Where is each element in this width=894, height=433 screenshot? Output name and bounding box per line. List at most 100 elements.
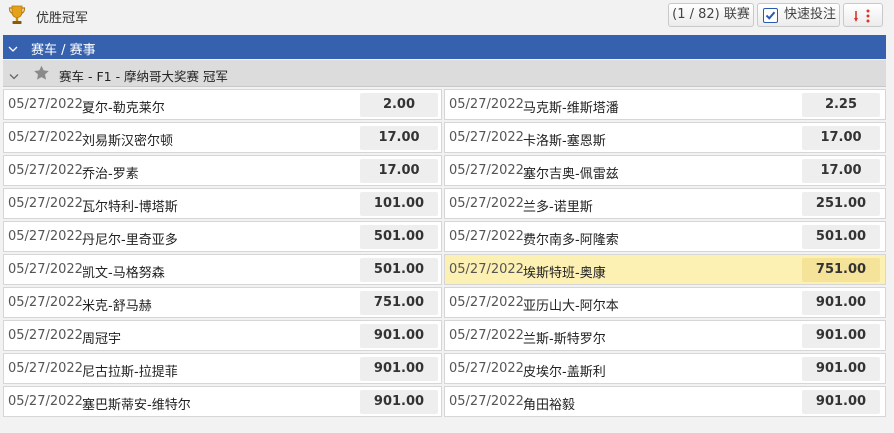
odds-row: 05/27/2022 夏尔-勒克莱尔 2.00 05/27/2022 马克斯-维… bbox=[0, 88, 894, 121]
league-label: 赛车 - F1 - 摩纳哥大奖赛 冠军 bbox=[59, 69, 229, 84]
selection-cell: 05/27/2022 角田裕毅 901.00 bbox=[444, 386, 886, 417]
selection-cell: 05/27/2022 亚历山大-阿尔本 901.00 bbox=[444, 287, 886, 318]
odds-button[interactable]: 901.00 bbox=[802, 324, 880, 348]
odds-button[interactable]: 901.00 bbox=[360, 324, 438, 348]
top-bar: 优胜冠军 (1 / 82) 联赛 快速投注 bbox=[0, 0, 894, 32]
odds-row: 05/27/2022 瓦尔特利-博塔斯 101.00 05/27/2022 兰多… bbox=[0, 187, 894, 220]
event-date: 05/27/2022 bbox=[8, 328, 83, 343]
event-date: 05/27/2022 bbox=[8, 163, 83, 178]
odds-button[interactable]: 901.00 bbox=[802, 357, 880, 381]
quick-bet-label: 快速投注 bbox=[784, 7, 837, 22]
selection-name: 亚历山大-阿尔本 bbox=[523, 299, 619, 314]
odds-button[interactable]: 251.00 bbox=[802, 192, 880, 216]
odds-row: 05/27/2022 刘易斯汉密尔顿 17.00 05/27/2022 卡洛斯-… bbox=[0, 121, 894, 154]
event-date: 05/27/2022 bbox=[449, 262, 524, 277]
event-date: 05/27/2022 bbox=[449, 394, 524, 409]
odds-button[interactable]: 101.00 bbox=[360, 192, 438, 216]
selection-cell: 05/27/2022 乔治-罗素 17.00 bbox=[3, 155, 442, 186]
selection-name: 夏尔-勒克莱尔 bbox=[82, 101, 165, 116]
sort-button[interactable] bbox=[843, 3, 883, 27]
odds-row: 05/27/2022 丹尼尔-里奇亚多 501.00 05/27/2022 费尔… bbox=[0, 220, 894, 253]
event-date: 05/27/2022 bbox=[8, 262, 83, 277]
odds-button[interactable]: 17.00 bbox=[360, 159, 438, 183]
page-title: 优胜冠军 bbox=[36, 11, 89, 26]
odds-button[interactable]: 501.00 bbox=[802, 225, 880, 249]
odds-row: 05/27/2022 尼古拉斯-拉提菲 901.00 05/27/2022 皮埃… bbox=[0, 352, 894, 385]
chevron-down-icon[interactable] bbox=[8, 42, 18, 57]
event-date: 05/27/2022 bbox=[449, 295, 524, 310]
odds-button[interactable]: 501.00 bbox=[360, 258, 438, 282]
odds-button[interactable]: 901.00 bbox=[802, 390, 880, 414]
selection-name: 米克-舒马赫 bbox=[82, 299, 152, 314]
odds-row: 05/27/2022 米克-舒马赫 751.00 05/27/2022 亚历山大… bbox=[0, 286, 894, 319]
sport-label: 赛车 / 赛事 bbox=[31, 43, 96, 58]
selection-cell: 05/27/2022 夏尔-勒克莱尔 2.00 bbox=[3, 89, 442, 120]
selection-cell: 05/27/2022 兰多-诺里斯 251.00 bbox=[444, 188, 886, 219]
selection-name: 乔治-罗素 bbox=[82, 167, 139, 182]
selection-cell: 05/27/2022 塞巴斯蒂安-维特尔 901.00 bbox=[3, 386, 442, 417]
selection-name: 塞巴斯蒂安-维特尔 bbox=[82, 398, 191, 413]
selection-name: 丹尼尔-里奇亚多 bbox=[82, 233, 178, 248]
odds-button[interactable]: 17.00 bbox=[802, 126, 880, 150]
selection-name: 刘易斯汉密尔顿 bbox=[82, 134, 174, 149]
selection-cell: 05/27/2022 塞尔吉奥-佩雷兹 17.00 bbox=[444, 155, 886, 186]
selection-cell: 05/27/2022 卡洛斯-塞恩斯 17.00 bbox=[444, 122, 886, 153]
selection-cell: 05/27/2022 费尔南多-阿隆索 501.00 bbox=[444, 221, 886, 252]
outright-odds-grid: 05/27/2022 夏尔-勒克莱尔 2.00 05/27/2022 马克斯-维… bbox=[0, 88, 894, 418]
event-date: 05/27/2022 bbox=[8, 97, 83, 112]
selection-name: 兰多-诺里斯 bbox=[523, 200, 593, 215]
odds-row: 05/27/2022 凯文-马格努森 501.00 05/27/2022 埃斯特… bbox=[0, 253, 894, 286]
event-date: 05/27/2022 bbox=[449, 163, 524, 178]
event-date: 05/27/2022 bbox=[8, 361, 83, 376]
selection-name: 卡洛斯-塞恩斯 bbox=[523, 134, 606, 149]
selection-cell-highlighted: 05/27/2022 埃斯特班-奥康 751.00 bbox=[444, 254, 886, 285]
league-header[interactable]: 赛车 - F1 - 摩纳哥大奖赛 冠军 bbox=[3, 60, 886, 87]
quick-bet-toggle[interactable]: 快速投注 bbox=[757, 3, 840, 27]
event-date: 05/27/2022 bbox=[449, 361, 524, 376]
odds-button[interactable]: 2.25 bbox=[802, 93, 880, 117]
odds-button[interactable]: 901.00 bbox=[360, 390, 438, 414]
selection-cell: 05/27/2022 瓦尔特利-博塔斯 101.00 bbox=[3, 188, 442, 219]
selection-name: 费尔南多-阿隆索 bbox=[523, 233, 619, 248]
selection-cell: 05/27/2022 刘易斯汉密尔顿 17.00 bbox=[3, 122, 442, 153]
selection-name: 凯文-马格努森 bbox=[82, 266, 165, 281]
odds-row: 05/27/2022 乔治-罗素 17.00 05/27/2022 塞尔吉奥-佩… bbox=[0, 154, 894, 187]
event-date: 05/27/2022 bbox=[449, 328, 524, 343]
selection-name: 塞尔吉奥-佩雷兹 bbox=[523, 167, 619, 182]
selection-cell: 05/27/2022 米克-舒马赫 751.00 bbox=[3, 287, 442, 318]
odds-button[interactable]: 2.00 bbox=[360, 93, 438, 117]
odds-row: 05/27/2022 塞巴斯蒂安-维特尔 901.00 05/27/2022 角… bbox=[0, 385, 894, 418]
selection-name: 尼古拉斯-拉提菲 bbox=[82, 365, 178, 380]
event-date: 05/27/2022 bbox=[8, 196, 83, 211]
selection-cell: 05/27/2022 周冠宇 901.00 bbox=[3, 320, 442, 351]
event-date: 05/27/2022 bbox=[8, 130, 83, 145]
sport-header[interactable]: 赛车 / 赛事 bbox=[3, 35, 886, 59]
event-date: 05/27/2022 bbox=[8, 295, 83, 310]
star-icon[interactable] bbox=[33, 65, 50, 85]
event-date: 05/27/2022 bbox=[449, 130, 524, 145]
odds-button[interactable]: 17.00 bbox=[802, 159, 880, 183]
odds-button[interactable]: 751.00 bbox=[802, 258, 880, 282]
selection-cell: 05/27/2022 兰斯-斯特罗尔 901.00 bbox=[444, 320, 886, 351]
odds-button[interactable]: 751.00 bbox=[360, 291, 438, 315]
event-date: 05/27/2022 bbox=[449, 196, 524, 211]
odds-button[interactable]: 501.00 bbox=[360, 225, 438, 249]
selection-cell: 05/27/2022 尼古拉斯-拉提菲 901.00 bbox=[3, 353, 442, 384]
odds-button[interactable]: 901.00 bbox=[802, 291, 880, 315]
selection-name: 皮埃尔-盖斯利 bbox=[523, 365, 606, 380]
odds-row: 05/27/2022 周冠宇 901.00 05/27/2022 兰斯-斯特罗尔… bbox=[0, 319, 894, 352]
selection-cell: 05/27/2022 皮埃尔-盖斯利 901.00 bbox=[444, 353, 886, 384]
selection-name: 埃斯特班-奥康 bbox=[523, 266, 606, 281]
odds-button[interactable]: 17.00 bbox=[360, 126, 438, 150]
event-date: 05/27/2022 bbox=[8, 394, 83, 409]
checkbox-checked-icon[interactable] bbox=[763, 8, 778, 23]
trophy-icon bbox=[8, 5, 26, 25]
sort-arrows-icon bbox=[844, 9, 884, 32]
league-count-button[interactable]: (1 / 82) 联赛 bbox=[668, 3, 754, 27]
selection-name: 角田裕毅 bbox=[523, 398, 576, 413]
event-date: 05/27/2022 bbox=[449, 229, 524, 244]
odds-button[interactable]: 901.00 bbox=[360, 357, 438, 381]
chevron-down-icon[interactable] bbox=[9, 70, 19, 85]
selection-cell: 05/27/2022 丹尼尔-里奇亚多 501.00 bbox=[3, 221, 442, 252]
event-date: 05/27/2022 bbox=[8, 229, 83, 244]
